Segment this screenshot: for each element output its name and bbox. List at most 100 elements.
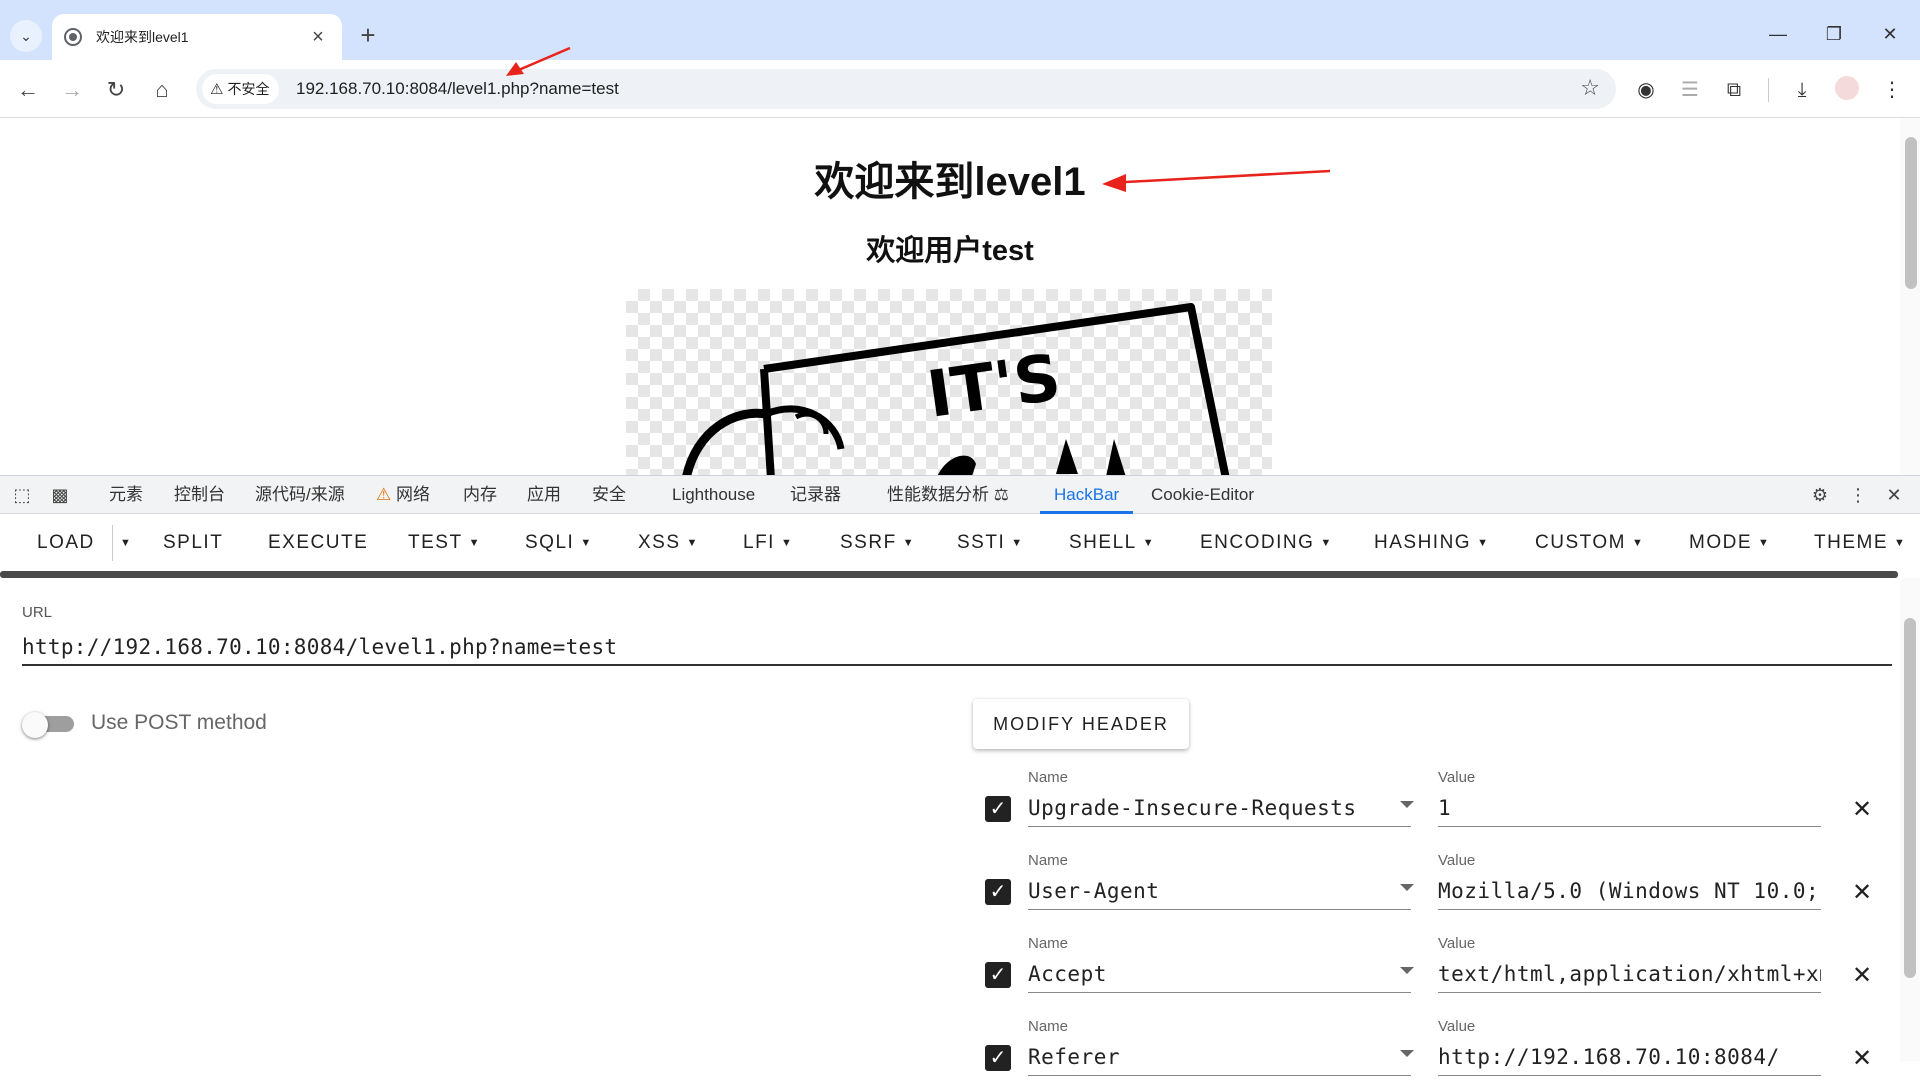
minimize-icon[interactable]: — [1758,18,1798,50]
extensions-puzzle-icon[interactable]: ⧉ [1720,76,1748,104]
header-value-field[interactable]: 1 [1438,789,1821,827]
devtools-tab-elements[interactable]: 元素 [109,476,143,514]
back-icon[interactable]: ← [10,72,46,108]
hackbar-hashing-menu[interactable]: HASHING ▼ [1374,515,1489,571]
devtools-close-icon[interactable]: ✕ [1882,484,1906,506]
devtools-scrollbar[interactable] [1900,578,1920,1061]
header-name-field[interactable]: Accept [1028,955,1411,993]
bookmark-star-icon[interactable]: ☆ [1580,75,1600,101]
remove-header-icon[interactable]: ✕ [1850,961,1874,990]
devtools-tab-performance[interactable]: 性能数据分析 ⚖ [887,476,1009,514]
page-scrollbar-thumb[interactable] [1905,137,1917,289]
header-value-label: Value [1438,852,1476,869]
hackbar-sqli-menu[interactable]: SQLI ▼ [525,515,593,571]
new-tab-button[interactable]: + [352,20,384,52]
hackbar-load-button[interactable]: LOAD [37,515,95,571]
hackbar-theme-menu[interactable]: THEME ▼ [1814,515,1906,571]
hackbar-test-menu[interactable]: TEST ▼ [408,515,481,571]
tab-search-button[interactable]: ⌄ [10,20,42,52]
tab-close-icon[interactable]: × [306,26,330,49]
url-text[interactable]: 192.168.70.10:8084/level1.php?name=test [296,79,619,99]
remove-header-icon[interactable]: ✕ [1850,878,1874,907]
remove-header-icon[interactable]: ✕ [1850,795,1874,824]
devtools-tab-memory[interactable]: 内存 [463,476,497,514]
devtools-tab-performance-label: 性能数据分析 [887,485,989,504]
hackbar-execute-button[interactable]: EXECUTE [268,515,368,571]
dropdown-arrow-icon[interactable] [1400,1050,1414,1057]
header-value-field[interactable]: Mozilla/5.0 (Windows NT 10.0; Win64; x64… [1438,872,1821,910]
hackbar-mode-menu[interactable]: MODE ▼ [1689,515,1770,571]
forward-icon[interactable]: → [54,72,90,108]
browser-tab-active[interactable]: 欢迎来到level1 × [52,14,342,60]
post-method-toggle[interactable] [22,712,74,738]
header-enabled-checkbox[interactable]: ✓ [985,796,1011,822]
header-enabled-checkbox[interactable]: ✓ [985,879,1011,905]
hackbar-load-dropdown[interactable]: ▼ [114,515,136,571]
header-enabled-checkbox[interactable]: ✓ [985,1045,1011,1071]
settings-gear-icon[interactable]: ⚙ [1808,484,1832,506]
hackbar-encoding-menu[interactable]: ENCODING ▼ [1200,515,1333,571]
extension-menu-icon[interactable]: ☰ [1676,76,1704,104]
header-name-field[interactable]: User-Agent [1028,872,1411,910]
page-scrollbar[interactable] [1900,119,1920,475]
devtools-tab-security[interactable]: 安全 [592,476,626,514]
flask-icon: ⚖ [993,485,1009,504]
devtools-more-icon[interactable]: ⋮ [1846,484,1870,506]
devtools-scrollbar-thumb[interactable] [1904,618,1916,978]
caret-down-icon: ▼ [1477,537,1490,549]
modify-header-button[interactable]: MODIFY HEADER [973,699,1189,749]
devtools-tab-hackbar[interactable]: HackBar [1040,476,1134,514]
hackbar-split-button[interactable]: SPLIT [163,515,223,571]
header-value-field[interactable]: http://192.168.70.10:8084/ [1438,1038,1821,1076]
header-row: ✓ Name Accept Value text/html,applicatio… [985,935,1872,1005]
devtools-tab-recorder[interactable]: 记录器 [790,476,841,514]
cartoon-image: IT'S [626,289,1272,475]
devtools-tab-sources[interactable]: 源代码/来源 [255,476,345,514]
more-menu-icon[interactable]: ⋮ [1878,76,1906,104]
hackbar-lfi-menu[interactable]: LFI ▼ [743,515,793,571]
header-row: ✓ Name Referer Value http://192.168.70.1… [985,1018,1872,1088]
devtools-tab-console[interactable]: 控制台 [174,476,225,514]
home-icon[interactable]: ⌂ [144,72,180,108]
hackbar-sqli-label: SQLI [525,532,575,554]
devtools-tab-cookie-editor[interactable]: Cookie-Editor [1151,476,1254,514]
device-toolbar-icon[interactable]: ▩ [48,484,72,506]
restore-icon[interactable]: ❐ [1814,18,1854,50]
hackbar-ssti-menu[interactable]: SSTI ▼ [957,515,1024,571]
dropdown-arrow-icon[interactable] [1400,967,1414,974]
inspect-element-icon[interactable]: ⬚ [10,484,34,506]
image-text: IT'S [923,341,1065,433]
hackbar-url-input[interactable] [22,630,1892,666]
devtools-tab-lighthouse[interactable]: Lighthouse [672,476,755,514]
extension-record-icon[interactable]: ◉ [1632,76,1660,104]
remove-header-icon[interactable]: ✕ [1850,1044,1874,1073]
devtools-tab-network-label: 网络 [395,485,430,504]
address-bar[interactable]: ⚠ 不安全 192.168.70.10:8084/level1.php?name… [196,69,1616,109]
devtools-tab-network[interactable]: ⚠ 网络 [376,476,430,514]
caret-down-icon: ▼ [780,537,794,549]
hackbar-shell-menu[interactable]: SHELL ▼ [1069,515,1155,571]
reload-icon[interactable]: ↻ [98,72,134,108]
header-value-label: Value [1438,769,1476,786]
header-row: ✓ Name User-Agent Value Mozilla/5.0 (Win… [985,852,1872,922]
header-name-field[interactable]: Upgrade-Insecure-Requests [1028,789,1411,827]
profile-avatar[interactable] [1833,76,1861,104]
hackbar-ssrf-menu[interactable]: SSRF ▼ [840,515,915,571]
caret-down-icon: ▼ [468,537,481,549]
header-enabled-checkbox[interactable]: ✓ [985,962,1011,988]
dropdown-arrow-icon[interactable] [1400,801,1414,808]
hackbar-xss-label: XSS [638,532,681,554]
browser-titlebar: ⌄ 欢迎来到level1 × + — ❐ ✕ [0,0,1920,60]
post-method-label: Use POST method [91,711,267,734]
hackbar-xss-menu[interactable]: XSS ▼ [638,515,699,571]
hackbar-custom-menu[interactable]: CUSTOM ▼ [1535,515,1644,571]
header-row: ✓ Name Upgrade-Insecure-Requests Value 1… [985,769,1872,839]
security-chip[interactable]: ⚠ 不安全 [202,74,280,104]
caret-down-icon: ▼ [902,537,916,549]
download-icon[interactable]: ⤓ [1788,76,1816,104]
dropdown-arrow-icon[interactable] [1400,884,1414,891]
close-window-icon[interactable]: ✕ [1870,18,1910,50]
header-value-field[interactable]: text/html,application/xhtml+xml [1438,955,1821,993]
devtools-tab-application[interactable]: 应用 [527,476,561,514]
header-name-field[interactable]: Referer [1028,1038,1411,1076]
